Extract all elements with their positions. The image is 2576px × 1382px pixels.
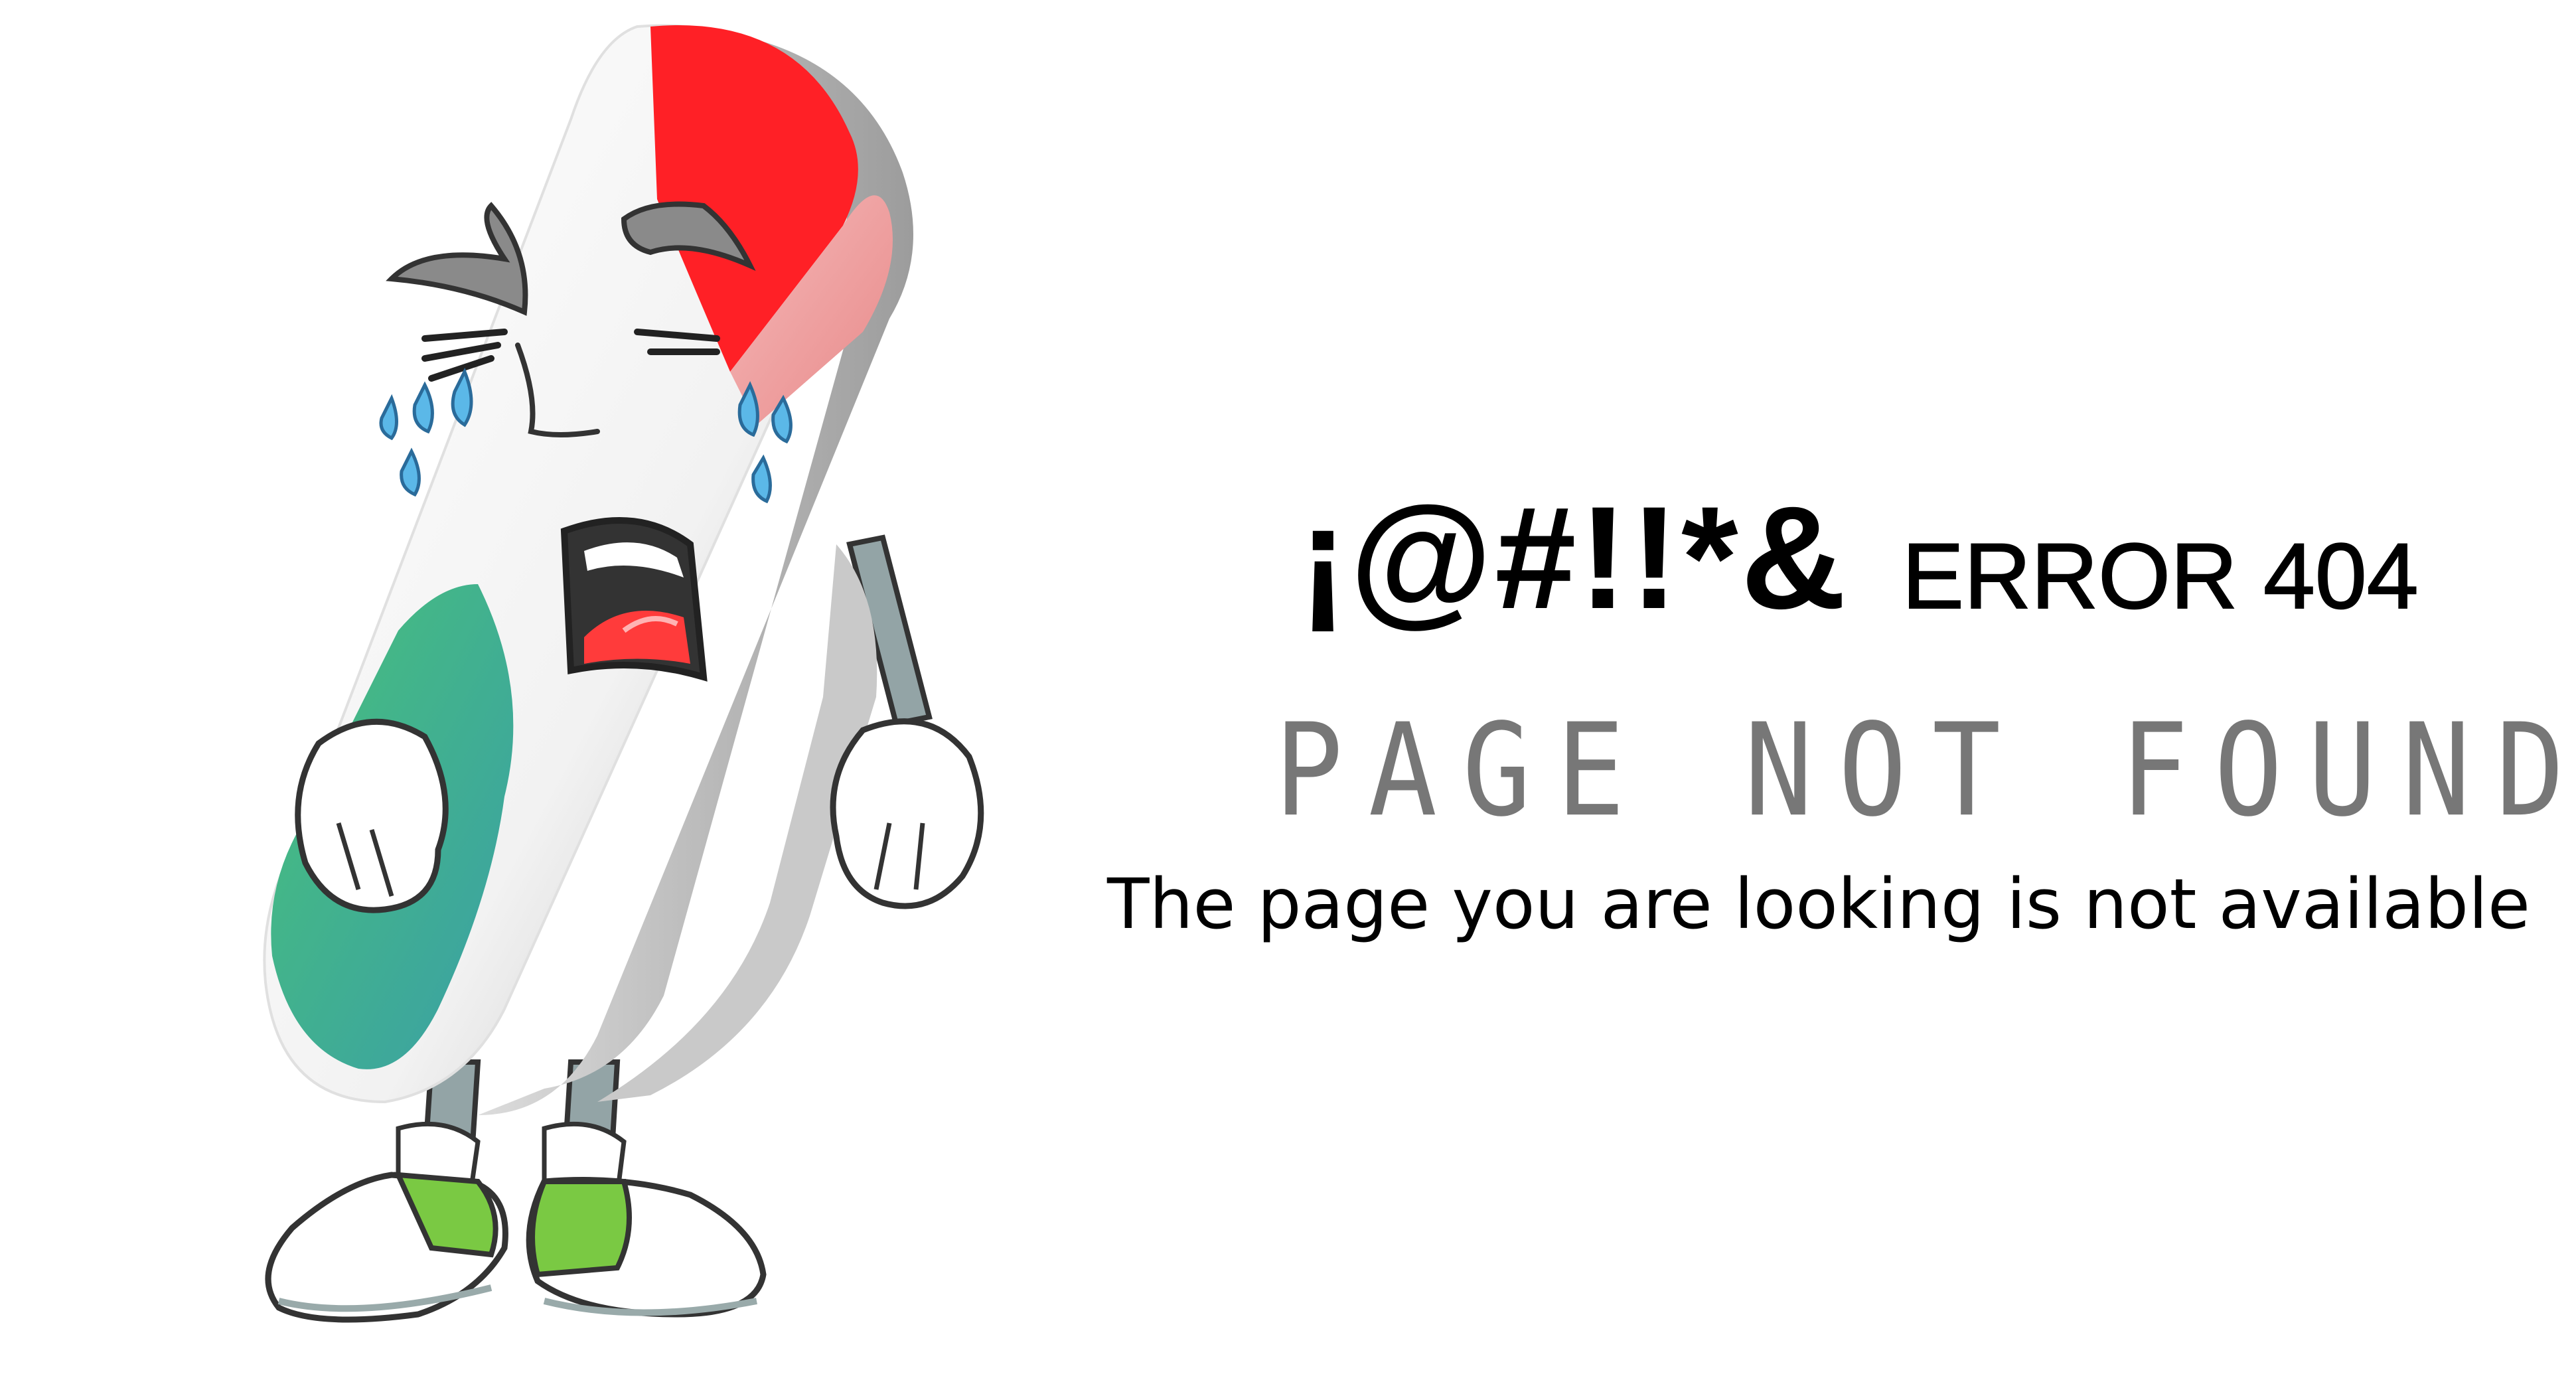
censored-symbols: ¡@#!!*& <box>1298 476 1849 639</box>
crying-mascot-illustration <box>226 0 1049 1382</box>
error-code: ERROR 404 <box>1902 524 2419 628</box>
error-message: The page you are looking is not availabl… <box>1107 864 2530 945</box>
error-headline: ¡@#!!*& ERROR 404 <box>1208 485 2509 631</box>
page-not-found-title: PAGE NOT FOUND <box>1274 695 2576 845</box>
crying-pill-icon <box>263 24 984 1323</box>
